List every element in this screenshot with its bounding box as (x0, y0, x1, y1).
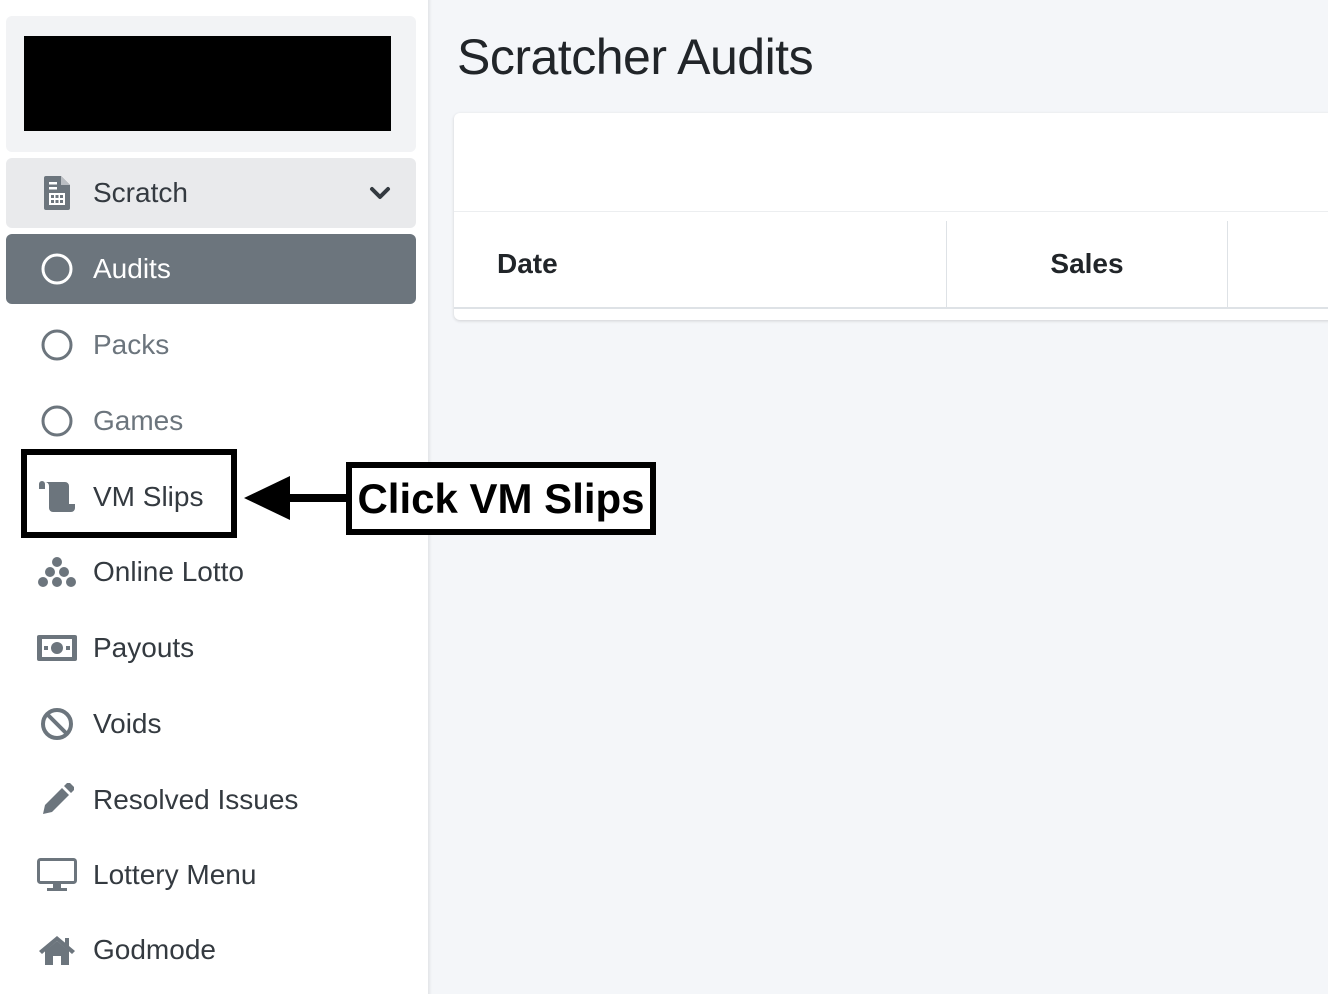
brand-logo-redacted (24, 36, 391, 131)
balls-icon (36, 551, 78, 593)
brand-area[interactable] (6, 16, 416, 152)
circle-outline-icon (36, 248, 78, 290)
sidebar-item-label: Games (93, 405, 184, 436)
sidebar-item-voids[interactable]: Voids (6, 689, 416, 759)
column-header-sales[interactable]: Sales (947, 221, 1228, 307)
home-icon (36, 929, 78, 971)
sidebar-item-label: Audits (93, 253, 171, 284)
pencil-icon (36, 779, 78, 821)
sidebar-item-resolved-issues[interactable]: Resolved Issues (6, 765, 416, 835)
circle-outline-icon (36, 324, 78, 366)
audits-card: Date Sales (454, 113, 1328, 320)
sidebar-item-label: Voids (93, 708, 162, 739)
sidebar-item-online-lotto[interactable]: Online Lotto (6, 537, 416, 607)
sidebar-item-packs[interactable]: Packs (6, 310, 416, 380)
nav-parent-label: Scratch (93, 177, 188, 208)
sidebar-item-payouts[interactable]: Payouts (6, 613, 416, 683)
sidebar-item-label: Online Lotto (93, 556, 244, 587)
card-header (454, 113, 1328, 212)
sidebar-item-label: Resolved Issues (93, 784, 299, 815)
sidebar-item-lottery-menu[interactable]: Lottery Menu (6, 840, 416, 910)
sidebar-item-label: Payouts (93, 632, 195, 663)
column-header-date[interactable]: Date (454, 221, 947, 307)
callout-label: Click VM Slips (346, 462, 656, 535)
circle-outline-icon (36, 400, 78, 442)
sidebar-item-label: Packs (93, 329, 170, 360)
sidebar-item-godmode[interactable]: Godmode (6, 915, 416, 985)
money-bill-icon (36, 627, 78, 669)
file-invoice-icon (36, 172, 78, 214)
desktop-icon (36, 854, 78, 896)
callout-arrow-icon (244, 476, 350, 520)
chevron-down-icon[interactable] (366, 179, 394, 207)
page-title: Scratcher Audits (457, 29, 814, 85)
callout-highlight-box (21, 449, 237, 538)
table-header-row: Date Sales (454, 221, 1328, 309)
sidebar-item-label: Godmode (93, 934, 216, 965)
nav-parent-scratch[interactable]: Scratch (6, 158, 416, 228)
sidebar-item-label: Lottery Menu (93, 859, 257, 890)
ban-icon (36, 703, 78, 745)
sidebar-item-games[interactable]: Games (6, 386, 416, 456)
sidebar-item-audits[interactable]: Audits (6, 234, 416, 304)
